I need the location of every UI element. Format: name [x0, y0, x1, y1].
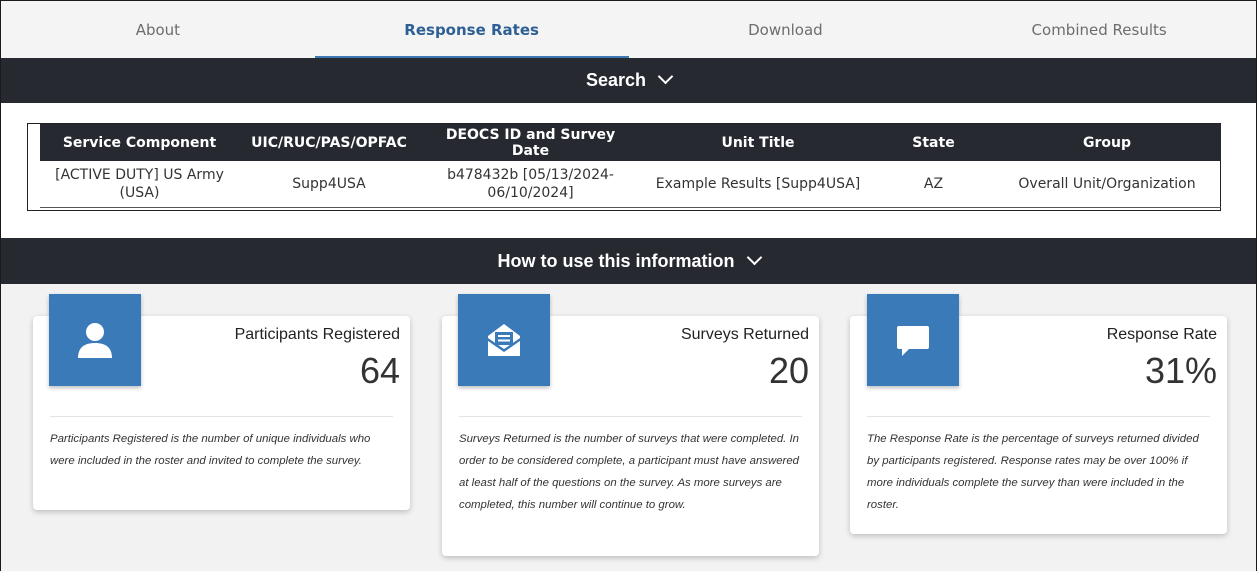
tab-combined-results[interactable]: Combined Results [942, 1, 1256, 58]
table-cell: [ACTIVE DUTY] US Army (USA) [40, 161, 239, 208]
card-divider [459, 416, 802, 417]
card-description: The Response Rate is the percentage of s… [867, 433, 1199, 511]
card-description: Surveys Returned is the number of survey… [459, 433, 800, 511]
card-value: 64 [359, 350, 400, 391]
card-divider [50, 416, 393, 417]
card-icon-box [49, 294, 141, 386]
table-cell: b478432b [05/13/2024-06/10/2024] [419, 161, 642, 208]
card-divider [867, 416, 1210, 417]
card-value: 31% [1144, 350, 1217, 391]
column-header: State [912, 134, 955, 151]
chat-bubble-icon [897, 326, 929, 356]
card-title: Surveys Returned [680, 326, 809, 343]
how-to-use-toggle[interactable]: How to use this information [1, 238, 1256, 284]
table-row: [ACTIVE DUTY] US Army (USA) Supp4USA b47… [40, 161, 1221, 208]
table-cell: Overall Unit/Organization [993, 161, 1221, 208]
tab-about[interactable]: About [1, 1, 315, 58]
card-icon-box [867, 294, 959, 386]
column-header: Unit Title [721, 134, 795, 151]
card-description: Participants Registered is the number of… [50, 433, 371, 467]
table-cell: AZ [874, 161, 993, 208]
column-header: DEOCS ID and Survey Date [445, 126, 616, 159]
search-toggle[interactable]: Search [1, 58, 1256, 103]
tab-response-rates[interactable]: Response Rates [314, 1, 629, 58]
tab-download[interactable]: Download [629, 1, 943, 58]
chevron-down-icon [746, 249, 762, 265]
unit-info-table: Service Component UIC/RUC/PAS/OPFAC DEOC… [27, 123, 1221, 211]
search-label: Search [585, 70, 647, 90]
card-title: Participants Registered [234, 326, 400, 343]
card-value: 20 [768, 350, 809, 391]
person-icon [78, 323, 112, 358]
table-cell: Example Results [Supp4USA] [642, 161, 874, 208]
table-header-row: Service Component UIC/RUC/PAS/OPFAC DEOC… [40, 124, 1221, 161]
how-to-use-label: How to use this information [497, 250, 735, 271]
column-header: Service Component [62, 134, 217, 151]
envelope-icon [488, 324, 520, 356]
chevron-down-icon [657, 68, 674, 85]
column-header: Group [1082, 134, 1131, 151]
tab-bar: About Response Rates Download Combined R… [1, 1, 1256, 58]
table-cell: Supp4USA [239, 161, 419, 208]
column-header: UIC/RUC/PAS/OPFAC [251, 134, 407, 151]
card-title: Response Rate [1106, 326, 1217, 343]
card-icon-box [458, 294, 550, 386]
